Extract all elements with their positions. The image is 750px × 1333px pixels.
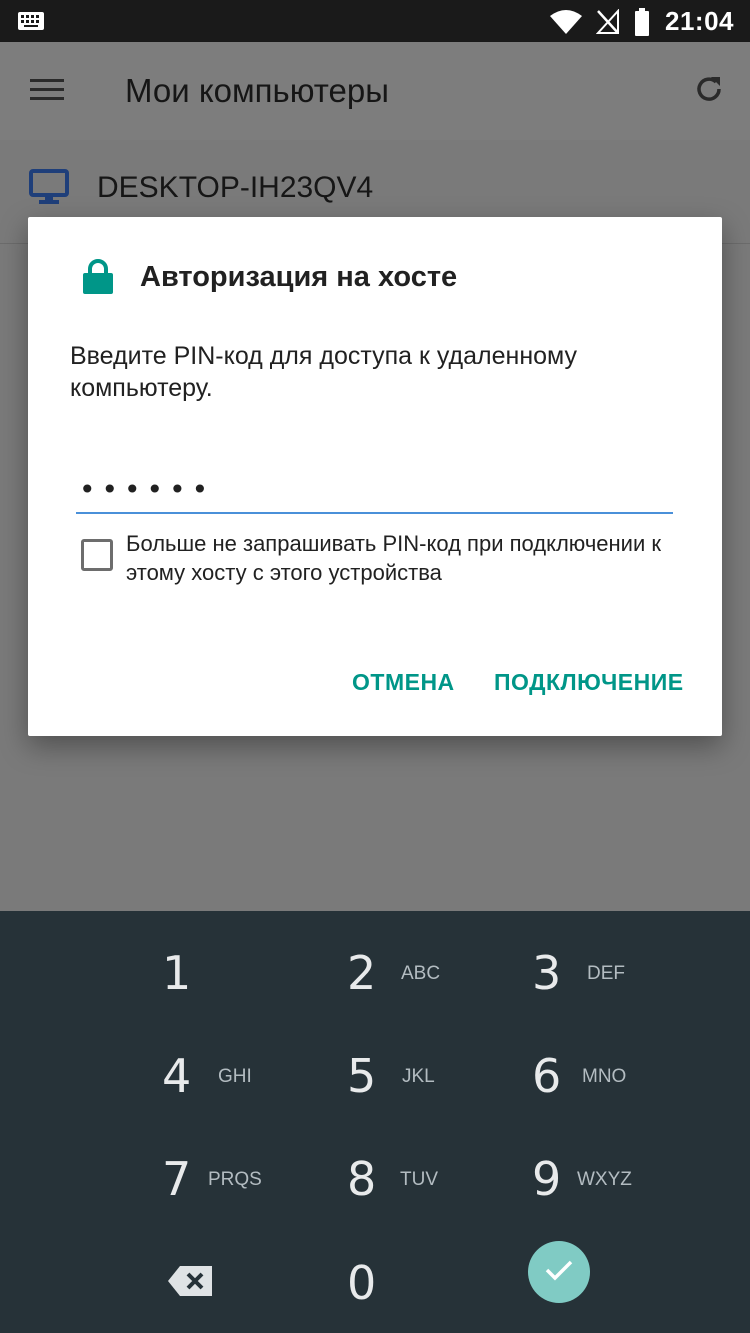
key-letters: GHI bbox=[218, 1066, 252, 1087]
key-5[interactable]: 5 JKL bbox=[335, 1034, 515, 1134]
no-signal-icon bbox=[595, 8, 620, 40]
key-3[interactable]: 3 DEF bbox=[520, 931, 700, 1031]
key-number: 7 bbox=[162, 1152, 192, 1206]
dialog-message: Введите PIN-код для доступа к удаленному… bbox=[70, 342, 577, 402]
auth-dialog: Авторизация на хосте Введите PIN-код для… bbox=[28, 217, 722, 736]
key-number: 8 bbox=[347, 1152, 377, 1206]
monitor-icon bbox=[29, 169, 69, 210]
key-number: 0 bbox=[347, 1256, 377, 1310]
key-letters: JKL bbox=[402, 1066, 435, 1087]
check-icon bbox=[544, 1258, 574, 1287]
app-bar: Мои компьютеры bbox=[0, 42, 750, 140]
numeric-keypad: 1 2 ABC 3 DEF 4 GHI 5 JKL 6 MNO 7 PRQS 8… bbox=[0, 911, 750, 1333]
key-number: 2 bbox=[347, 946, 377, 1000]
key-number: 3 bbox=[532, 946, 562, 1000]
cancel-button[interactable]: ОТМЕНА bbox=[352, 669, 455, 696]
key-letters: TUV bbox=[400, 1169, 438, 1190]
page-title: Мои компьютеры bbox=[125, 72, 389, 109]
key-4[interactable]: 4 GHI bbox=[150, 1034, 330, 1134]
key-number: 1 bbox=[162, 946, 192, 1000]
wifi-icon bbox=[550, 10, 582, 39]
lock-icon bbox=[82, 259, 114, 300]
key-letters: DEF bbox=[587, 963, 625, 984]
host-name: DESKTOP-IH23QV4 bbox=[97, 171, 374, 204]
key-7[interactable]: 7 PRQS bbox=[150, 1137, 330, 1237]
key-9[interactable]: 9 WXYZ bbox=[520, 1137, 700, 1237]
key-number: 6 bbox=[532, 1049, 562, 1103]
key-0[interactable]: 0 bbox=[335, 1241, 515, 1333]
connect-button[interactable]: ПОДКЛЮЧЕНИЕ bbox=[494, 669, 684, 696]
key-2[interactable]: 2 ABC bbox=[335, 931, 515, 1031]
pin-input[interactable] bbox=[76, 467, 673, 514]
remember-checkbox[interactable] bbox=[81, 539, 113, 571]
keyboard-icon bbox=[18, 12, 44, 35]
dialog-title: Авторизация на хосте bbox=[140, 261, 458, 293]
status-bar: 21:04 bbox=[0, 0, 750, 42]
key-number: 5 bbox=[347, 1049, 377, 1103]
status-time: 21:04 bbox=[665, 6, 734, 36]
key-6[interactable]: 6 MNO bbox=[520, 1034, 700, 1134]
key-letters: ABC bbox=[401, 963, 441, 984]
key-letters: PRQS bbox=[208, 1169, 262, 1190]
key-letters: MNO bbox=[582, 1066, 627, 1087]
key-8[interactable]: 8 TUV bbox=[335, 1137, 515, 1237]
backspace-icon[interactable] bbox=[168, 1266, 212, 1301]
key-number: 9 bbox=[532, 1152, 562, 1206]
hamburger-menu-icon[interactable] bbox=[30, 78, 64, 107]
enter-button[interactable] bbox=[528, 1241, 590, 1303]
key-number: 4 bbox=[162, 1049, 192, 1103]
remember-label: Больше не запрашивать PIN-код при подклю… bbox=[126, 531, 661, 585]
key-1[interactable]: 1 bbox=[150, 931, 330, 1031]
key-letters: WXYZ bbox=[577, 1169, 632, 1190]
refresh-icon[interactable] bbox=[694, 74, 724, 109]
battery-icon bbox=[634, 8, 650, 41]
